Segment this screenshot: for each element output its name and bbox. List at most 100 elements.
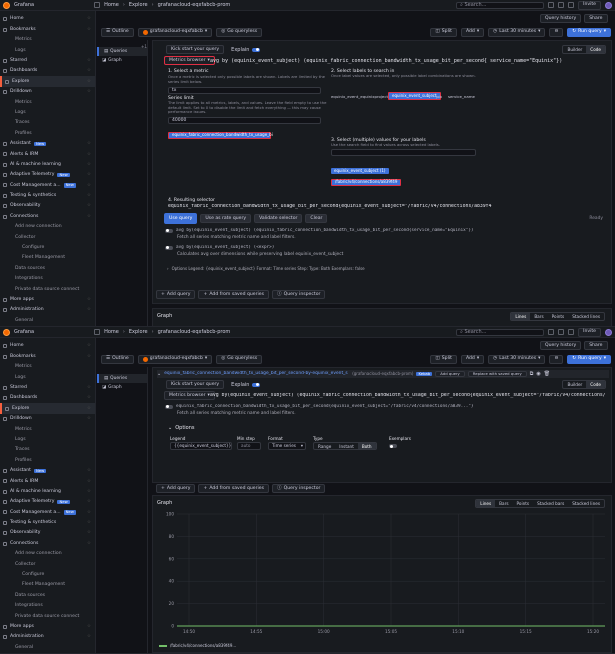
dock-menu-icon[interactable] — [94, 2, 101, 8]
sidebar-item-connections[interactable]: Connections ☆ — [0, 538, 95, 548]
label-option[interactable]: service_name — [448, 94, 475, 100]
builder-mode-button[interactable]: Builder — [563, 46, 586, 53]
star-icon[interactable]: ☆ — [87, 479, 91, 485]
go-queryless-button[interactable]: ◎ Go queryless — [216, 27, 263, 37]
time-picker[interactable]: ◷ Last 30 minutes ▾ — [488, 354, 546, 364]
star-icon[interactable]: ☆ — [87, 162, 91, 168]
series-limit-input[interactable]: 40000 — [168, 117, 321, 124]
sidebar-item-add-new-connection[interactable]: Add new connection — [0, 549, 95, 559]
outline-button[interactable]: ☰ Outline — [101, 354, 134, 364]
zoom-out-button[interactable]: ⊖ — [549, 354, 564, 364]
sidebar-item-integrations[interactable]: Integrations — [0, 274, 95, 284]
add-button[interactable]: Add ▾ — [460, 354, 485, 364]
sidebar-item-drilldown[interactable]: Drilldown ☆ — [0, 414, 95, 424]
sidebar-item-assistant[interactable]: Assistant New ☆ — [0, 466, 95, 476]
sidebar-item-connections[interactable]: Connections ☆ — [0, 211, 95, 221]
star-icon[interactable]: ☆ — [87, 468, 91, 474]
sidebar-item-profiles[interactable]: Profiles — [0, 455, 95, 465]
news-icon[interactable] — [568, 329, 575, 335]
sidebar-item-explore[interactable]: Explore ☆ — [0, 76, 95, 87]
star-icon[interactable]: ☆ — [87, 68, 91, 74]
star-icon[interactable]: ☆ — [87, 183, 91, 189]
star-icon[interactable]: ☆ — [87, 58, 91, 64]
add-button[interactable]: Add ▾ — [460, 27, 485, 37]
query-inspector-button[interactable]: ⓘ Query inspector — [272, 290, 326, 299]
copy-icon[interactable]: ⧉ — [530, 371, 534, 377]
sidebar-item-explore[interactable]: Explore ☆ — [0, 403, 95, 414]
outline-button[interactable]: ☰ Outline — [101, 27, 134, 37]
chevron-down-icon[interactable]: ⌄ — [157, 371, 161, 377]
sidebar-item-fleet-management[interactable]: Fleet Management — [0, 580, 95, 590]
use-query-button[interactable]: Use query — [164, 213, 198, 224]
sidebar-item-dashboards[interactable]: Dashboards ☆ — [0, 66, 95, 76]
breadcrumb-explore[interactable]: Explore — [129, 329, 148, 335]
share-button[interactable]: Share — [584, 14, 608, 23]
star-icon[interactable]: ☆ — [87, 152, 91, 158]
breadcrumb-home[interactable]: Home — [104, 2, 119, 8]
sidebar-item-data-sources[interactable]: Data sources — [0, 263, 95, 273]
breadcrumb-explore[interactable]: Explore — [129, 2, 148, 8]
sidebar-item-profiles[interactable]: Profiles — [0, 128, 95, 138]
graph-style-stacked-lines[interactable]: Stacked lines — [568, 500, 604, 507]
help-icon[interactable] — [558, 2, 565, 8]
operation-toggle[interactable] — [165, 245, 173, 250]
min-step-input[interactable]: auto — [237, 442, 261, 450]
star-icon[interactable]: ☆ — [87, 89, 91, 95]
operation-toggle[interactable] — [165, 404, 173, 409]
star-icon[interactable]: ☆ — [87, 406, 91, 412]
query-history-button[interactable]: Query history — [540, 341, 582, 350]
graph-style-bars[interactable]: Bars — [495, 500, 512, 507]
sidebar-item-starred[interactable]: Starred ☆ — [0, 383, 95, 393]
star-icon[interactable]: ☆ — [87, 530, 91, 536]
sidebar-item-logs[interactable]: Logs — [0, 435, 95, 445]
add-saved-query-button[interactable]: + Add from saved queries — [198, 484, 270, 493]
eye-icon[interactable]: ◉ — [536, 371, 540, 377]
metrics-browser-button[interactable]: Metrics browser ▾ — [164, 56, 215, 65]
datasource-picker[interactable]: grafanacloud-eqxfabcb ▾ — [137, 27, 213, 37]
options-row[interactable]: › Options Legend: {equinix_event_subject… — [167, 266, 365, 272]
graph-style-lines[interactable]: Lines — [476, 500, 496, 508]
star-icon[interactable]: ☆ — [87, 297, 91, 303]
breadcrumb-home[interactable]: Home — [104, 329, 119, 335]
sidebar-item-fleet-management[interactable]: Fleet Management — [0, 253, 95, 263]
sidebar-item-alerts-irm[interactable]: Alerts & IRM ☆ — [0, 149, 95, 159]
sidebar-item-metrics[interactable]: Metrics — [0, 35, 95, 45]
sidebar-item-metrics[interactable]: Metrics — [0, 97, 95, 107]
sidebar-item-metrics[interactable]: Metrics — [0, 424, 95, 434]
help-icon[interactable] — [558, 329, 565, 335]
sidebar-item-integrations[interactable]: Integrations — [0, 601, 95, 611]
sidebar-item-more-apps[interactable]: More apps ☆ — [0, 295, 95, 305]
legend-input[interactable]: {{equinix_event_subject}} — [170, 442, 232, 450]
search-input[interactable]: ⌕ Search... — [456, 328, 545, 336]
star-icon[interactable]: ☆ — [87, 634, 91, 640]
sidebar-item-observability[interactable]: Observability ☆ — [0, 528, 95, 538]
query-row-title[interactable]: equinix_fabric_connection_bandwidth_tx_u… — [164, 371, 349, 376]
sidebar-item-alerts-irm[interactable]: Alerts & IRM ☆ — [0, 476, 95, 486]
star-icon[interactable]: ☆ — [87, 79, 91, 85]
sidebar-item-administration[interactable]: Administration ☆ — [0, 632, 95, 642]
sidebar-item-home[interactable]: Home ☆ — [0, 341, 95, 351]
metrics-browser-button[interactable]: Metrics browser ▾ — [164, 391, 215, 400]
star-icon[interactable]: ☆ — [87, 416, 91, 422]
sidebar-item-traces[interactable]: Traces — [0, 445, 95, 455]
outline-item-queries[interactable]: ▤ Queries — [97, 47, 147, 56]
sidebar-item-private-data-source-connect[interactable]: Private data source connect — [0, 611, 95, 621]
validate-selector-button[interactable]: Validate selector — [254, 214, 303, 223]
add-saved-query-button[interactable]: + Add from saved queries — [198, 290, 270, 299]
sidebar-item-collector[interactable]: Collector — [0, 232, 95, 242]
label-option[interactable]: equinix_event_equinixproject — [331, 94, 388, 100]
legend-item[interactable]: /fabric/v4/connections/a839f49... — [170, 643, 236, 649]
split-button[interactable]: ◫ Split — [430, 27, 457, 37]
sidebar-item-bookmarks[interactable]: Bookmarks ☆ — [0, 24, 95, 34]
avatar[interactable] — [605, 1, 612, 9]
type-instant-option[interactable]: Instant — [335, 443, 358, 449]
star-icon[interactable]: ☆ — [87, 172, 91, 178]
query-inspector-button[interactable]: ⓘ Query inspector — [272, 484, 326, 493]
sidebar-item-dashboards[interactable]: Dashboards ☆ — [0, 393, 95, 403]
star-icon[interactable]: ☆ — [87, 141, 91, 147]
sidebar-item-testing-synthetics[interactable]: Testing & synthetics ☆ — [0, 518, 95, 528]
sidebar-item-general[interactable]: General — [0, 642, 95, 652]
sidebar-item-cost-management-a[interactable]: Cost Management a... New ☆ — [0, 507, 95, 517]
share-button[interactable]: Share — [584, 341, 608, 350]
trash-icon[interactable]: 🗑 — [544, 371, 550, 377]
